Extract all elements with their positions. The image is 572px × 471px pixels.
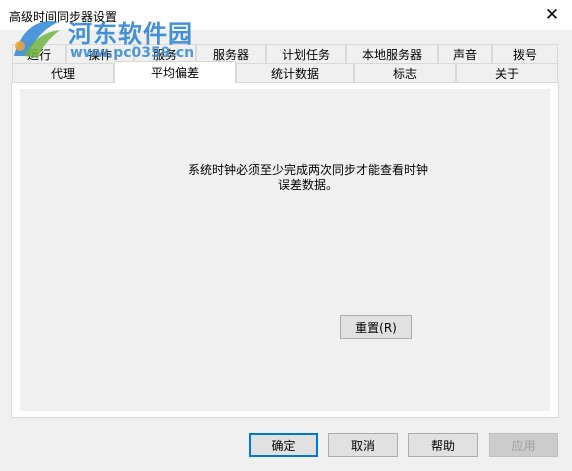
info-message: 系统时钟必须至少完成两次同步才能查看时钟 误差数据。 [20, 163, 550, 193]
window-title: 高级时间同步器设置 [9, 10, 118, 24]
tab-sound[interactable]: 声音 [438, 44, 492, 64]
help-button[interactable]: 帮助 [408, 433, 478, 457]
info-message-line2: 误差数据。 [277, 178, 338, 192]
tab-average-offset[interactable]: 平均偏差 [114, 61, 236, 83]
tab-panel: 系统时钟必须至少完成两次同步才能查看时钟 误差数据。 重置(R) [11, 82, 559, 418]
ok-button[interactable]: 确定 [249, 433, 318, 457]
title-bar: 高级时间同步器设置 ✕ [0, 0, 572, 30]
apply-button[interactable]: 应用 [489, 433, 558, 457]
close-button[interactable]: ✕ [538, 2, 566, 28]
info-message-line1: 系统时钟必须至少完成两次同步才能查看时钟 [187, 163, 428, 177]
reset-button[interactable]: 重置(R) [340, 315, 412, 339]
offset-area: 系统时钟必须至少完成两次同步才能查看时钟 误差数据。 重置(R) [20, 89, 550, 411]
tab-dialup[interactable]: 拨号 [492, 44, 558, 64]
tab-local-server[interactable]: 本地服务器 [346, 44, 438, 64]
tab-run[interactable]: 运行 [12, 44, 66, 64]
tab-schedule[interactable]: 计划任务 [266, 44, 346, 64]
tab-statistics[interactable]: 统计数据 [236, 63, 354, 83]
tab-proxy[interactable]: 代理 [12, 63, 114, 83]
tab-flags[interactable]: 标志 [354, 63, 456, 83]
close-icon: ✕ [544, 5, 560, 25]
cancel-button[interactable]: 取消 [328, 433, 398, 457]
tab-about[interactable]: 关于 [456, 63, 558, 83]
